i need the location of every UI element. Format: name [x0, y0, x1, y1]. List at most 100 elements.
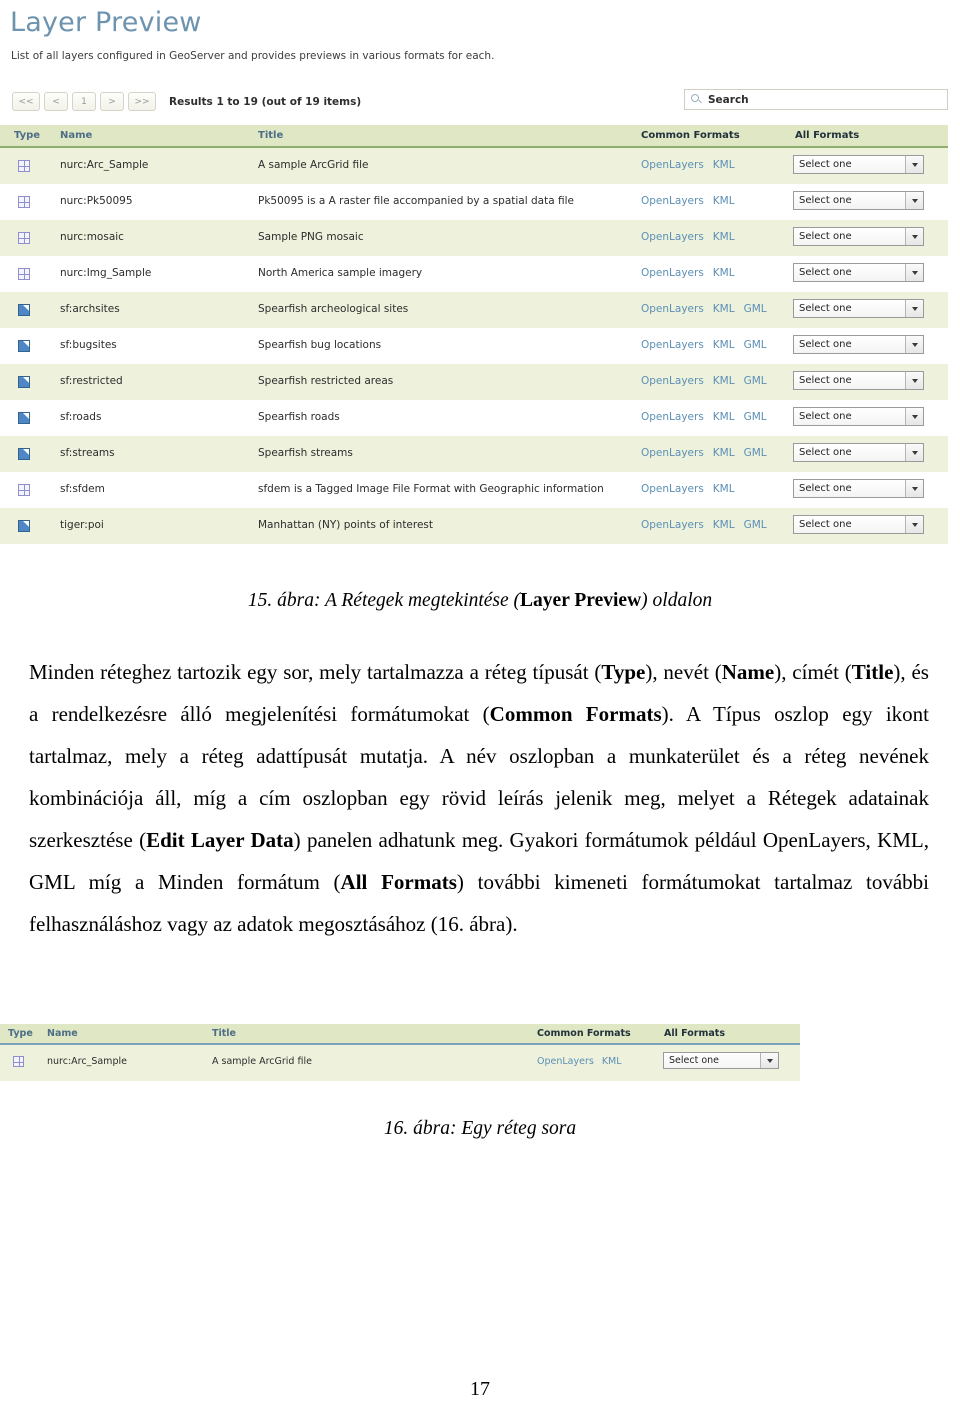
all-formats-select-value: Select one [669, 1055, 720, 1066]
format-link-kml[interactable]: KML [713, 411, 735, 423]
layer-name-cell: nurc:mosaic [60, 231, 124, 243]
vector-polygon-icon [18, 448, 30, 460]
format-link-openlayers[interactable]: OpenLayers [641, 483, 704, 495]
column-header-type[interactable]: Type [14, 130, 40, 141]
all-formats-select[interactable]: Select one [793, 299, 924, 318]
format-link-gml[interactable]: GML [744, 303, 767, 315]
all-formats-select[interactable]: Select one [793, 263, 924, 282]
format-link-openlayers[interactable]: OpenLayers [641, 303, 704, 315]
format-link-openlayers[interactable]: OpenLayers [641, 519, 704, 531]
format-link-kml[interactable]: KML [713, 447, 735, 459]
all-formats-select-value: Select one [799, 447, 852, 458]
common-formats-cell: OpenLayers KML [537, 1056, 622, 1067]
table-row[interactable]: sf:sfdem sfdem is a Tagged Image File For… [0, 472, 948, 508]
format-link-gml[interactable]: GML [744, 519, 767, 531]
pagination-last-button[interactable]: >> [128, 92, 156, 111]
pagination-prev-button[interactable]: < [44, 92, 68, 111]
column-header-title[interactable]: Title [212, 1028, 236, 1039]
table-row[interactable]: sf:streams Spearfish streams OpenLayers KML… [0, 436, 948, 472]
all-formats-select[interactable]: Select one [793, 191, 924, 210]
common-formats-cell: OpenLayers KML GML [641, 447, 767, 459]
format-link-gml[interactable]: GML [744, 447, 767, 459]
format-link-openlayers[interactable]: OpenLayers [641, 375, 704, 387]
paragraph-bold-name: Name [721, 660, 775, 684]
pagination-first-button[interactable]: << [12, 92, 40, 111]
format-link-kml[interactable]: KML [713, 195, 735, 207]
column-header-title[interactable]: Title [258, 130, 283, 141]
column-header-type[interactable]: Type [8, 1028, 33, 1039]
chevron-down-icon[interactable] [905, 264, 923, 281]
format-link-kml[interactable]: KML [713, 231, 735, 243]
common-formats-cell: OpenLayers KML GML [641, 303, 767, 315]
format-link-kml[interactable]: KML [713, 267, 735, 279]
format-link-kml[interactable]: KML [713, 519, 735, 531]
chevron-down-icon[interactable] [905, 516, 923, 533]
format-link-openlayers[interactable]: OpenLayers [641, 195, 704, 207]
layer-title-cell: Spearfish restricted areas [258, 375, 394, 387]
all-formats-select[interactable]: Select one [793, 335, 924, 354]
format-link-openlayers[interactable]: OpenLayers [641, 231, 704, 243]
all-formats-select[interactable]: Select one [793, 371, 924, 390]
format-link-kml[interactable]: KML [713, 339, 735, 351]
table-row[interactable]: nurc:Arc_Sample A sample ArcGrid file Open… [0, 148, 948, 184]
chevron-down-icon[interactable] [905, 372, 923, 389]
chevron-down-icon[interactable] [760, 1053, 778, 1068]
chevron-down-icon[interactable] [905, 408, 923, 425]
column-header-name[interactable]: Name [47, 1028, 78, 1039]
format-link-openlayers[interactable]: OpenLayers [537, 1056, 594, 1067]
all-formats-select[interactable]: Select one [793, 407, 924, 426]
format-link-gml[interactable]: GML [744, 339, 767, 351]
format-link-openlayers[interactable]: OpenLayers [641, 267, 704, 279]
chevron-down-icon[interactable] [905, 480, 923, 497]
all-formats-select[interactable]: Select one [793, 227, 924, 246]
paragraph-bold-all-formats: All Formats [340, 870, 457, 894]
paragraph-segment-2: ), nevét ( [645, 660, 722, 684]
format-link-openlayers[interactable]: OpenLayers [641, 411, 704, 423]
chevron-down-icon[interactable] [905, 192, 923, 209]
chevron-down-icon[interactable] [905, 300, 923, 317]
format-link-kml[interactable]: KML [713, 483, 735, 495]
paragraph-bold-edit-layer-data: Edit Layer Data [146, 828, 294, 852]
table-row[interactable]: tiger:poi Manhattan (NY) points of intere… [0, 508, 948, 544]
layer-title-cell: Sample PNG mosaic [258, 231, 364, 243]
layer-title-cell: A sample ArcGrid file [258, 159, 369, 171]
column-header-name[interactable]: Name [60, 130, 92, 141]
all-formats-select[interactable]: Select one [793, 515, 924, 534]
pagination-page-number[interactable]: 1 [72, 92, 96, 111]
vector-polygon-icon [18, 520, 30, 532]
chevron-down-icon[interactable] [905, 444, 923, 461]
format-link-gml[interactable]: GML [744, 375, 767, 387]
table-row[interactable]: nurc:Pk50095 Pk50095 is a A raster file a… [0, 184, 948, 220]
table-row[interactable]: sf:roads Spearfish roads OpenLayers KML GML S… [0, 400, 948, 436]
chevron-down-icon[interactable] [905, 156, 923, 173]
format-link-openlayers[interactable]: OpenLayers [641, 159, 704, 171]
common-formats-cell: OpenLayers KML GML [641, 375, 767, 387]
chevron-down-icon[interactable] [905, 228, 923, 245]
all-formats-select-value: Select one [799, 159, 852, 170]
all-formats-select[interactable]: Select one [793, 479, 924, 498]
pagination-next-button[interactable]: > [100, 92, 124, 111]
table-row[interactable]: sf:bugsites Spearfish bug locations OpenLa… [0, 328, 948, 364]
format-link-openlayers[interactable]: OpenLayers [641, 447, 704, 459]
format-link-gml[interactable]: GML [744, 411, 767, 423]
layer-name-cell: tiger:poi [60, 519, 104, 531]
table-row[interactable]: nurc:mosaic Sample PNG mosaic OpenLayers KM… [0, 220, 948, 256]
chevron-down-icon[interactable] [905, 336, 923, 353]
search-input[interactable]: Search [684, 89, 948, 110]
table-row[interactable]: nurc:Img_Sample North America sample imag… [0, 256, 948, 292]
all-formats-select[interactable]: Select one [793, 443, 924, 462]
all-formats-select[interactable]: Select one [793, 155, 924, 174]
layer-name-cell: sf:sfdem [60, 483, 105, 495]
format-link-kml[interactable]: KML [713, 375, 735, 387]
all-formats-select-value: Select one [799, 519, 852, 530]
format-link-kml[interactable]: KML [713, 303, 735, 315]
table-body: nurc:Arc_Sample A sample ArcGrid file Open… [0, 148, 948, 544]
figure-16-single-layer-row-screenshot: Type Name Title Common Formats All Forma… [0, 1024, 800, 1081]
format-link-kml[interactable]: KML [713, 159, 735, 171]
table-row[interactable]: nurc:Arc_Sample A sample ArcGrid file Op… [0, 1045, 800, 1081]
table-row[interactable]: sf:archsites Spearfish archeological site… [0, 292, 948, 328]
format-link-openlayers[interactable]: OpenLayers [641, 339, 704, 351]
format-link-kml[interactable]: KML [602, 1056, 622, 1067]
table-row[interactable]: sf:restricted Spearfish restricted areas O… [0, 364, 948, 400]
all-formats-select[interactable]: Select one [663, 1052, 779, 1069]
